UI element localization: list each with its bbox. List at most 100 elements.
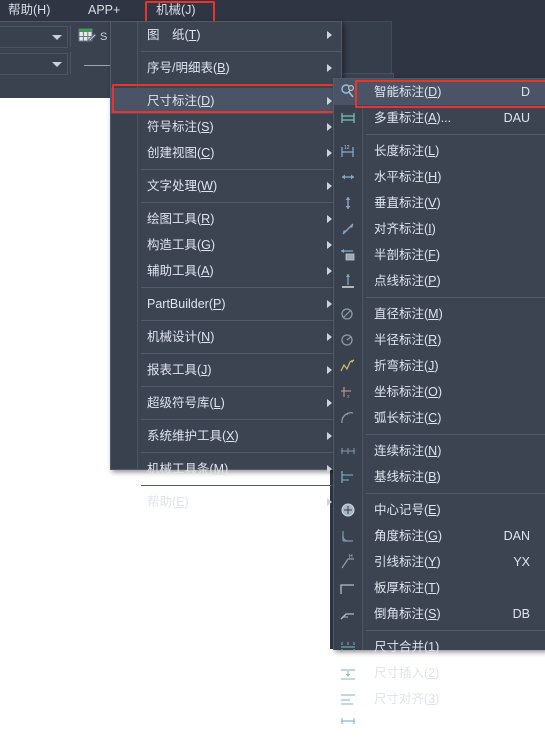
menu-item-label: 创建视图(C) xyxy=(147,146,215,160)
submenu-item-diameter-dimension[interactable]: 直径标注(M) xyxy=(334,301,545,327)
menu-items-container: 图 纸(T) 序号/明细表(B) 尺寸标注(D) 符号标注(S) 创建视图(C) xyxy=(111,22,341,509)
mechanical-menu[interactable]: 图 纸(T) 序号/明细表(B) 尺寸标注(D) 符号标注(S) 创建视图(C) xyxy=(110,21,342,509)
menu-item-report-tools[interactable]: 报表工具(J) xyxy=(111,357,341,383)
submenu-item-vertical-dimension[interactable]: 垂直标注(V) xyxy=(334,190,545,216)
submenu-item-label: 点线标注(P) xyxy=(374,274,441,288)
menu-separator xyxy=(141,287,341,288)
menu-item-label: 符号标注(S) xyxy=(147,120,214,134)
menu-separator xyxy=(141,452,341,453)
submenu-arrow-icon xyxy=(327,399,332,407)
submenu-arrow-icon xyxy=(327,267,332,275)
submenu-item-dimension-merge[interactable]: 尺寸合并(1) xyxy=(334,634,545,660)
submenu-arrow-icon xyxy=(327,241,332,249)
menubar-item-help[interactable]: 帮助(H) xyxy=(4,2,54,19)
submenu-item-angular-dimension[interactable]: 角度标注(G) DAN xyxy=(334,523,545,549)
ordinate-dimension-icon: x xyxy=(339,383,357,401)
submenu-arrow-icon xyxy=(327,64,332,72)
dimension-insert-icon xyxy=(339,664,357,682)
submenu-item-continue-dimension[interactable]: 连续标注(N) xyxy=(334,438,545,464)
aligned-dimension-icon xyxy=(339,220,357,238)
application-root: 帮助(H) APP+ 机械(J) 25 S xyxy=(0,0,545,724)
submenu-item-label: 半剖标注(F) xyxy=(374,248,440,262)
plate-thickness-icon xyxy=(339,579,357,597)
submenu-item-leader-dimension[interactable]: H 引线标注(Y) YX xyxy=(334,549,545,575)
menu-item-mechanical-toolbar[interactable]: 机械工具条(M) xyxy=(111,456,341,482)
menu-item-balloon-bom[interactable]: 序号/明细表(B) xyxy=(111,55,341,81)
chevron-down-icon xyxy=(52,35,62,40)
submenu-item-plate-thickness[interactable]: 板厚标注(T) xyxy=(334,575,545,601)
length-dimension-icon: 12 xyxy=(339,142,357,160)
menu-item-label: 辅助工具(A) xyxy=(147,264,214,278)
submenu-item-multi-dimension[interactable]: 多重标注(A)... DAU xyxy=(334,105,545,131)
submenu-item-smart-dimension[interactable]: 智能标注(D) D xyxy=(334,79,545,105)
submenu-item-label: 智能标注(D) xyxy=(374,85,442,99)
submenu-separator xyxy=(366,134,545,135)
toolbar-combo-bottom[interactable] xyxy=(0,53,68,75)
submenu-item-dimension-align[interactable]: 尺寸对齐(3) xyxy=(334,686,545,712)
submenu-arrow-icon xyxy=(327,123,332,131)
submenu-separator xyxy=(366,630,545,631)
submenu-item-jogged-dimension[interactable]: 折弯标注(J) xyxy=(334,353,545,379)
menu-item-super-symbol-library[interactable]: 超级符号库(L) xyxy=(111,390,341,416)
submenu-item-chamfer-dimension[interactable]: 倒角标注(S) DB xyxy=(334,601,545,627)
submenu-item-aligned-dimension[interactable]: 对齐标注(I) xyxy=(334,216,545,242)
submenu-item-label: 水平标注(H) xyxy=(374,170,442,184)
submenu-item-accel: DAU xyxy=(503,111,530,125)
submenu-item-dimension-insert[interactable]: 尺寸插入(2) xyxy=(334,660,545,686)
submenu-item-label: 尺寸对齐(3) xyxy=(374,692,440,706)
menu-item-mechanical-design[interactable]: 机械设计(N) xyxy=(111,324,341,350)
menu-separator xyxy=(141,386,341,387)
submenu-item-point-line-dimension[interactable]: 点线标注(P) xyxy=(334,268,545,294)
menu-item-dimension[interactable]: 尺寸标注(D) xyxy=(111,88,341,114)
submenu-item-clipped[interactable] xyxy=(334,712,545,738)
submenu-item-length-dimension[interactable]: 12 长度标注(L) xyxy=(334,138,545,164)
table-edit-icon[interactable] xyxy=(78,27,97,50)
menu-separator xyxy=(141,320,341,321)
toolbar-combo-top[interactable]: 25 xyxy=(0,26,68,48)
dimension-submenu[interactable]: 智能标注(D) D 多重标注(A)... DAU 12 长度标注(L) 水平标注… xyxy=(333,78,545,724)
menu-item-label: 机械工具条(M) xyxy=(147,462,229,476)
submenu-item-label: 倒角标注(S) xyxy=(374,607,441,621)
menu-item-text-processing[interactable]: 文字处理(W) xyxy=(111,173,341,199)
submenu-item-label: 半径标注(R) xyxy=(374,333,442,347)
menu-item-label: PartBuilder(P) xyxy=(147,297,226,311)
menu-bar: 帮助(H) APP+ 机械(J) xyxy=(0,0,545,21)
submenu-item-accel: YX xyxy=(513,555,530,569)
smart-dimension-icon xyxy=(339,83,357,101)
submenu-item-baseline-dimension[interactable]: 基线标注(B) xyxy=(334,464,545,490)
menu-item-create-view[interactable]: 创建视图(C) xyxy=(111,140,341,166)
menu-item-help[interactable]: 帮助(E) xyxy=(111,489,341,515)
submenu-item-center-mark[interactable]: 中心记号(E) xyxy=(334,497,545,523)
menu-item-symbol-annotation[interactable]: 符号标注(S) xyxy=(111,114,341,140)
menubar-item-mechanical[interactable]: 机械(J) xyxy=(152,2,200,19)
submenu-item-horizontal-dimension[interactable]: 水平标注(H) xyxy=(334,164,545,190)
menu-separator xyxy=(141,419,341,420)
submenu-arrow-icon xyxy=(327,498,332,506)
submenu-arrow-icon xyxy=(327,300,332,308)
submenu-item-accel: DB xyxy=(512,607,530,621)
svg-text:x: x xyxy=(347,394,350,400)
submenu-item-ordinate-dimension[interactable]: x 坐标标注(O) xyxy=(334,379,545,405)
arc-length-dimension-icon xyxy=(339,409,357,427)
menu-separator xyxy=(141,84,341,85)
menubar-item-appplus[interactable]: APP+ xyxy=(84,2,124,19)
baseline-dimension-icon xyxy=(339,468,357,486)
submenu-item-accel: DAN xyxy=(503,529,530,543)
submenu-separator xyxy=(366,493,545,494)
menu-item-construction-tools[interactable]: 构造工具(G) xyxy=(111,232,341,258)
submenu-item-label: 多重标注(A)... xyxy=(374,111,452,125)
menu-item-partbuilder[interactable]: PartBuilder(P) xyxy=(111,291,341,317)
submenu-item-radius-dimension[interactable]: 半径标注(R) xyxy=(334,327,545,353)
menu-separator xyxy=(141,169,341,170)
dimension-align-icon xyxy=(339,690,357,708)
submenu-arrow-icon xyxy=(327,432,332,440)
menu-item-auxiliary-tools[interactable]: 辅助工具(A) xyxy=(111,258,341,284)
menu-item-draw-tools[interactable]: 绘图工具(R) xyxy=(111,206,341,232)
submenu-item-half-section-dimension[interactable]: 半剖标注(F) xyxy=(334,242,545,268)
submenu-item-arc-length-dimension[interactable]: 弧长标注(C) xyxy=(334,405,545,431)
menu-item-drawing[interactable]: 图 纸(T) xyxy=(111,22,341,48)
submenu-item-accel: D xyxy=(520,85,530,99)
center-mark-icon xyxy=(339,501,357,519)
menu-item-system-maintenance[interactable]: 系统维护工具(X) xyxy=(111,423,341,449)
leader-dimension-icon: H xyxy=(339,553,357,571)
